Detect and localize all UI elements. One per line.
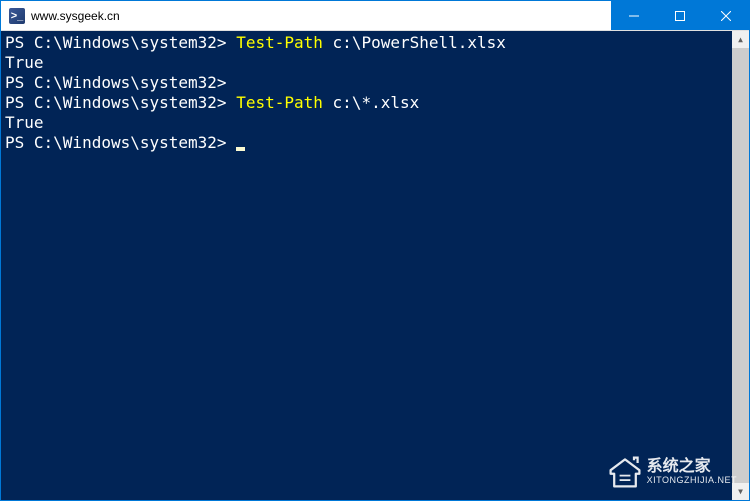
command: Test-Path [236, 33, 323, 52]
terminal-line: PS C:\Windows\system32> [5, 73, 745, 93]
window-title: www.sysgeek.cn [31, 9, 611, 23]
watermark-house-icon [607, 454, 643, 490]
terminal-line: True [5, 113, 745, 133]
prompt: PS C:\Windows\system32> [5, 133, 227, 152]
maximize-icon [675, 11, 685, 21]
prompt: PS C:\Windows\system32> [5, 33, 227, 52]
app-icon: >_ [9, 8, 25, 24]
scroll-up-arrow[interactable]: ▲ [732, 31, 749, 48]
watermark-title: 系统之家 [647, 458, 737, 476]
minimize-icon [629, 11, 639, 21]
scroll-thumb[interactable] [732, 48, 749, 483]
titlebar[interactable]: >_ www.sysgeek.cn [1, 1, 749, 31]
close-button[interactable] [703, 1, 749, 30]
argument: c:\*.xlsx [333, 93, 420, 112]
terminal-content: PS C:\Windows\system32> Test-Path c:\Pow… [5, 33, 745, 153]
watermark-url: XITONGZHIJIA.NET [647, 476, 737, 486]
terminal-line: PS C:\Windows\system32> Test-Path c:\*.x… [5, 93, 745, 113]
minimize-button[interactable] [611, 1, 657, 30]
command: Test-Path [236, 93, 323, 112]
close-icon [721, 11, 731, 21]
powershell-window: >_ www.sysgeek.cn PS C:\Windows\system32… [0, 0, 750, 501]
scroll-down-arrow[interactable]: ▼ [732, 483, 749, 500]
vertical-scrollbar[interactable]: ▲ ▼ [732, 31, 749, 500]
output: True [5, 53, 44, 72]
terminal-line: PS C:\Windows\system32> Test-Path c:\Pow… [5, 33, 745, 53]
window-controls [611, 1, 749, 30]
watermark: 系统之家 XITONGZHIJIA.NET [607, 454, 737, 490]
terminal-line: PS C:\Windows\system32> [5, 133, 745, 153]
output: True [5, 113, 44, 132]
app-icon-glyph: >_ [11, 10, 24, 22]
prompt: PS C:\Windows\system32> [5, 93, 227, 112]
prompt: PS C:\Windows\system32> [5, 73, 227, 92]
maximize-button[interactable] [657, 1, 703, 30]
watermark-text: 系统之家 XITONGZHIJIA.NET [647, 458, 737, 485]
scroll-track[interactable] [732, 48, 749, 483]
argument: c:\PowerShell.xlsx [333, 33, 506, 52]
terminal-area[interactable]: PS C:\Windows\system32> Test-Path c:\Pow… [1, 31, 749, 500]
cursor [236, 147, 245, 151]
terminal-line: True [5, 53, 745, 73]
